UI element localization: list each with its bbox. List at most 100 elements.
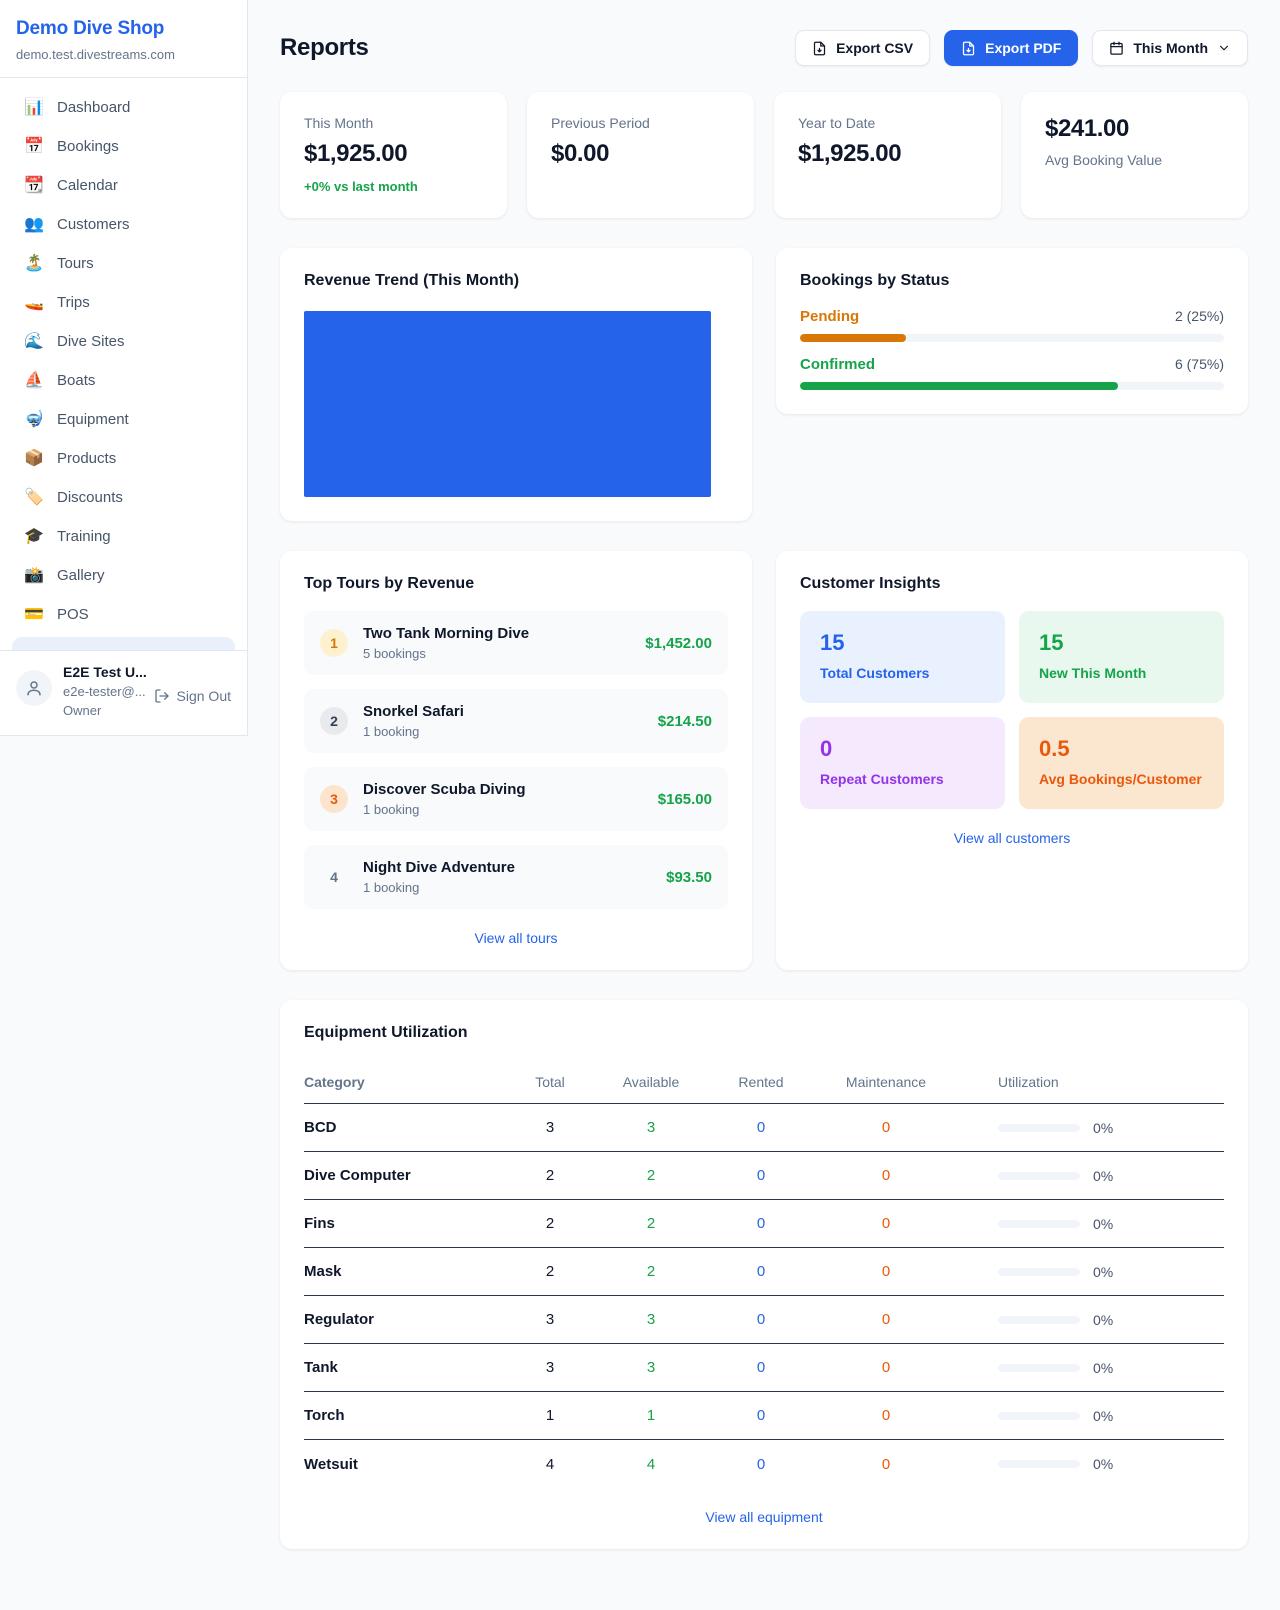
equipment-rented: 0 [706, 1215, 816, 1232]
shop-name: Demo Dive Shop [16, 18, 231, 40]
sidebar-item-discounts[interactable]: 🏷️Discounts [12, 478, 235, 517]
equipment-maintenance: 0 [816, 1119, 956, 1136]
export-pdf-button[interactable]: Export PDF [944, 30, 1078, 66]
sidebar-item-label: Customers [57, 216, 130, 233]
equipment-row-mask: Mask22000% [304, 1248, 1224, 1296]
column-header-rented: Rented [706, 1074, 816, 1090]
status-label: Pending [800, 308, 859, 325]
sidebar-nav: 📊 Dashboard 📅Bookings📆Calendar👥Customers🏝️… [0, 78, 247, 634]
sidebar-item-label: Products [57, 450, 116, 467]
page-header: Reports Export CSV Export PDF This Month [280, 30, 1248, 66]
tour-revenue: $93.50 [666, 869, 712, 886]
utilization-bar [998, 1460, 1080, 1468]
equipment-rented: 0 [706, 1311, 816, 1328]
sidebar-item-bookings[interactable]: 📅Bookings [12, 127, 235, 166]
insight-value: 15 [1039, 630, 1204, 656]
stat-label: This Month [304, 115, 483, 131]
equipment-category: Fins [304, 1215, 504, 1232]
tour-name: Night Dive Adventure [363, 859, 515, 876]
user-role: Owner [63, 702, 143, 721]
file-download-icon [812, 41, 827, 56]
period-label: This Month [1133, 40, 1208, 56]
boats-icon: ⛵ [24, 373, 44, 389]
equipment-total: 2 [504, 1215, 596, 1232]
equipment-maintenance: 0 [816, 1167, 956, 1184]
insight-label: Repeat Customers [820, 771, 985, 787]
training-icon: 🎓 [24, 529, 44, 545]
tour-name: Snorkel Safari [363, 703, 464, 720]
stat-delta: +0% vs last month [304, 179, 483, 194]
utilization-bar [998, 1268, 1080, 1276]
trips-icon: 🚤 [24, 295, 44, 311]
equipment-available: 3 [596, 1359, 706, 1376]
top-tours-panel: Top Tours by Revenue 1Two Tank Morning D… [280, 551, 752, 970]
avatar [16, 670, 52, 706]
sidebar-item-reports-active-partial[interactable] [12, 637, 235, 650]
stat-label: Avg Booking Value [1045, 152, 1224, 168]
stat-cards-row: This Month$1,925.00+0% vs last monthPrev… [280, 92, 1248, 218]
status-label: Confirmed [800, 356, 875, 373]
equipment-total: 2 [504, 1263, 596, 1280]
sidebar-item-gallery[interactable]: 📸Gallery [12, 556, 235, 595]
sidebar-item-calendar[interactable]: 📆Calendar [12, 166, 235, 205]
sidebar: Demo Dive Shop demo.test.divestreams.com… [0, 0, 248, 736]
rank-badge: 1 [320, 629, 348, 657]
sidebar-item-label: Discounts [57, 489, 123, 506]
sidebar-item-trips[interactable]: 🚤 Trips [12, 283, 235, 322]
sidebar-item-label: Trips [57, 294, 90, 311]
equipment-total: 2 [504, 1167, 596, 1184]
dashboard-icon: 📊 [24, 100, 44, 116]
shop-domain: demo.test.divestreams.com [16, 47, 231, 62]
user-info: E2E Test U... e2e-tester@... Owner [63, 664, 143, 721]
sidebar-item-label: Boats [57, 372, 95, 389]
column-header-category: Category [304, 1074, 504, 1090]
tour-bookings-count: 1 booking [363, 724, 464, 739]
sidebar-item-equipment[interactable]: 🤿Equipment [12, 400, 235, 439]
view-all-equipment-link[interactable]: View all equipment [304, 1509, 1224, 1525]
sidebar-item-tours[interactable]: 🏝️Tours [12, 244, 235, 283]
equipment-row-fins: Fins22000% [304, 1200, 1224, 1248]
equipment-utilization: 0% [956, 1408, 1224, 1424]
export-csv-button[interactable]: Export CSV [795, 30, 930, 66]
sidebar-item-dive-sites[interactable]: 🌊Dive Sites [12, 322, 235, 361]
utilization-percent: 0% [1093, 1120, 1113, 1136]
column-header-available: Available [596, 1074, 706, 1090]
status-row-pending: Pending2 (25%) [800, 308, 1224, 342]
utilization-percent: 0% [1093, 1312, 1113, 1328]
sidebar-item-pos[interactable]: 💳POS [12, 595, 235, 634]
stat-value: $0.00 [551, 140, 730, 168]
view-all-tours-link[interactable]: View all tours [304, 930, 728, 946]
tour-revenue: $165.00 [658, 791, 712, 808]
equipment-utilization: 0% [956, 1264, 1224, 1280]
user-section: E2E Test U... e2e-tester@... Owner Sign … [0, 650, 247, 735]
equipment-row-regulator: Regulator33000% [304, 1296, 1224, 1344]
equipment-available: 4 [596, 1456, 706, 1473]
sidebar-item-customers[interactable]: 👥Customers [12, 205, 235, 244]
sign-out-label: Sign Out [177, 688, 231, 704]
sidebar-item-products[interactable]: 📦Products [12, 439, 235, 478]
utilization-bar [998, 1412, 1080, 1420]
rank-badge: 4 [320, 863, 348, 891]
sidebar-item-dashboard[interactable]: 📊 Dashboard [12, 88, 235, 127]
equipment-utilization: 0% [956, 1312, 1224, 1328]
sign-out-button[interactable]: Sign Out [154, 688, 231, 704]
utilization-percent: 0% [1093, 1408, 1113, 1424]
period-dropdown[interactable]: This Month [1092, 30, 1248, 66]
equipment-rented: 0 [706, 1119, 816, 1136]
status-head: Pending2 (25%) [800, 308, 1224, 325]
equipment-total: 3 [504, 1311, 596, 1328]
main-content: Reports Export CSV Export PDF This Month… [248, 0, 1280, 1593]
insight-tile-repeat-customers: 0Repeat Customers [800, 717, 1005, 809]
tour-name: Discover Scuba Diving [363, 781, 526, 798]
tour-revenue: $214.50 [658, 713, 712, 730]
calendar-icon: 📆 [24, 178, 44, 194]
sidebar-item-boats[interactable]: ⛵ Boats [12, 361, 235, 400]
revenue-trend-title: Revenue Trend (This Month) [304, 272, 728, 290]
stat-value: $241.00 [1045, 115, 1224, 143]
sidebar-item-training[interactable]: 🎓Training [12, 517, 235, 556]
insights-row: Top Tours by Revenue 1Two Tank Morning D… [280, 551, 1248, 970]
view-all-customers-link[interactable]: View all customers [800, 830, 1224, 846]
sidebar-item-label: Dashboard [57, 99, 130, 116]
sidebar-item-label: POS [57, 606, 89, 623]
equipment-utilization: 0% [956, 1456, 1224, 1472]
